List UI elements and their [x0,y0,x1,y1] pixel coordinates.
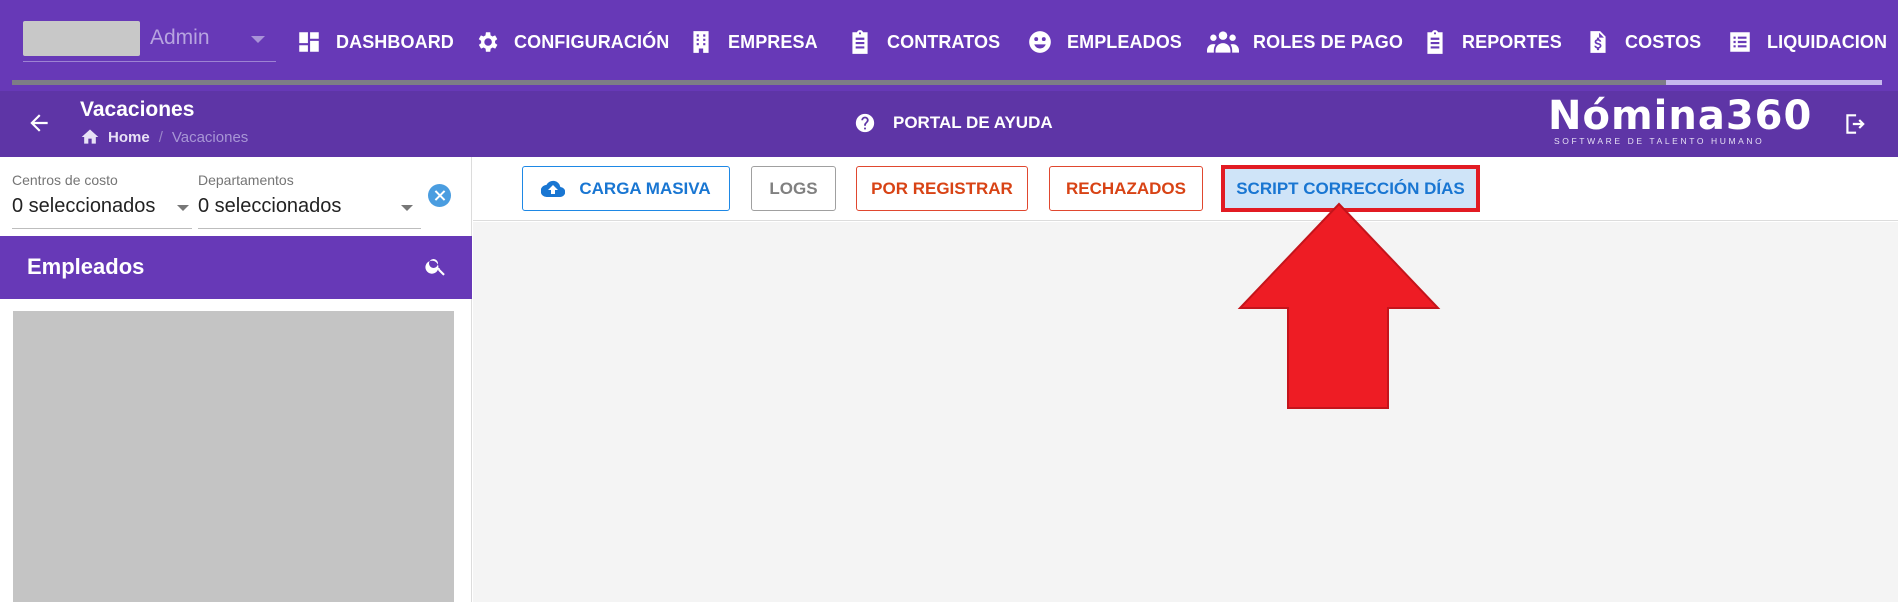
cost-center-filter-label: Centros de costo [12,172,118,188]
cloud-upload-icon [541,180,566,197]
logo-tagline: SOFTWARE DE TALENTO HUMANO [1554,136,1765,146]
nav-empresa-label: EMPRESA [728,31,818,52]
clipboard-icon [1427,30,1443,54]
nav-liquidaciones-label: LIQUIDACIONE [1767,31,1886,52]
breadcrumb: Home / Vacaciones [80,127,248,147]
content-area [473,222,1898,602]
nav-configuracion-label: CONFIGURACIÓN [514,31,670,52]
script-day-correction-label: SCRIPT CORRECCIÓN DÍAS [1236,178,1465,198]
logout-icon [1846,114,1865,134]
nomina360-logo: Nómina360 SOFTWARE DE TALENTO HUMANO [1548,93,1811,149]
bulk-upload-label: CARGA MASIVA [579,178,711,198]
nav-reportes[interactable]: REPORTES [1422,24,1562,60]
people-icon [1207,31,1239,53]
nav-empresa[interactable]: EMPRESA [688,24,818,60]
clear-filters-button[interactable] [428,184,451,207]
chevron-down-icon[interactable] [401,205,413,211]
chevron-down-icon[interactable] [251,36,265,43]
back-button[interactable] [26,110,52,136]
logout-button[interactable] [1842,111,1868,137]
list-icon [1730,32,1750,52]
pending-registration-label: POR REGISTRAR [871,178,1013,198]
nav-configuracion[interactable]: CONFIGURACIÓN [474,24,669,60]
chevron-down-icon[interactable] [177,205,189,211]
employee-list[interactable] [13,311,454,602]
department-filter-label: Departamentos [198,172,294,188]
help-icon [855,113,875,133]
nav-contratos-label: CONTRATOS [887,31,1001,52]
employees-title: Empleados [27,254,145,279]
nav-dashboard[interactable]: DASHBOARD [296,24,454,60]
rejected-button[interactable]: RECHAZADOS [1049,166,1203,211]
gear-icon [478,32,498,52]
dollar-file-icon [1590,31,1606,53]
nav-reportes-label: REPORTES [1462,31,1562,52]
dashboard-icon [299,32,319,52]
admin-selector-label[interactable]: Admin [150,26,210,50]
search-icon [425,259,445,276]
nav-roles-de-pago[interactable]: ROLES DE PAGO [1207,24,1403,60]
logs-label: LOGS [769,178,818,198]
selector-underline [23,61,276,62]
clipboard-icon [852,30,868,54]
department-filter[interactable]: 0 seleccionados [198,195,341,218]
employee-search-button[interactable] [424,254,448,278]
arrow-left-icon [30,114,48,132]
department-underline [198,228,421,229]
home-icon[interactable] [80,127,100,147]
help-portal-label: PORTAL DE AYUDA [893,113,1053,132]
breadcrumb-home[interactable]: Home [108,129,150,146]
help-portal-link[interactable]: PORTAL DE AYUDA [854,112,1053,134]
breadcrumb-current: Vacaciones [171,128,249,146]
nav-scroll-thumb[interactable] [1666,80,1882,85]
nav-costos-label: COSTOS [1625,31,1702,52]
page-title: Vacaciones [80,98,195,121]
face-icon [1029,31,1051,53]
company-selector[interactable] [23,21,140,56]
nav-liquidaciones[interactable]: LIQUIDACIONE [1727,24,1886,60]
red-annotation-arrow [1237,202,1441,409]
nav-scroll-track[interactable] [12,80,1882,85]
bulk-upload-button[interactable]: CARGA MASIVA [522,166,730,211]
building-icon [693,31,709,53]
pending-registration-button[interactable]: POR REGISTRAR [856,166,1028,211]
rejected-label: RECHAZADOS [1066,178,1186,198]
nav-contratos[interactable]: CONTRATOS [847,24,1000,60]
breadcrumb-separator: / [158,128,163,146]
logs-button[interactable]: LOGS [751,166,836,211]
nav-empleados-label: EMPLEADOS [1067,31,1182,52]
nav-empleados[interactable]: EMPLEADOS [1027,24,1182,60]
cost-center-filter[interactable]: 0 seleccionados [12,195,155,218]
nav-costos[interactable]: COSTOS [1585,24,1701,60]
cost-center-underline [12,228,192,229]
nav-dashboard-label: DASHBOARD [336,31,454,52]
nav-roles-label: ROLES DE PAGO [1253,31,1403,52]
logo-wordmark: Nómina360 [1548,93,1813,139]
